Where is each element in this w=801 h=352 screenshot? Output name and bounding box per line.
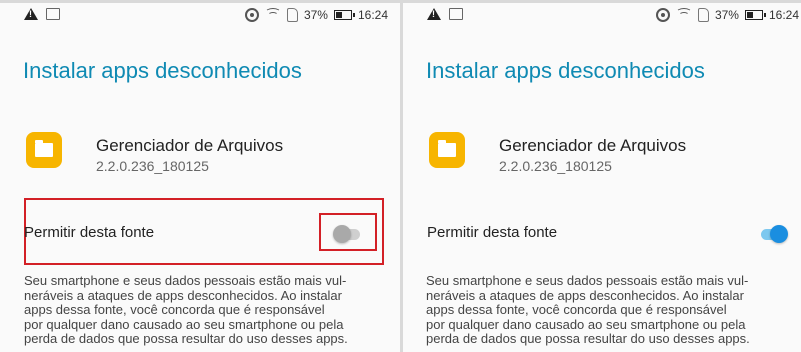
permission-label: Permitir desta fonte <box>427 224 558 241</box>
clock: 16:24 <box>357 8 388 22</box>
image-icon <box>449 8 463 20</box>
wifi-icon <box>675 8 692 22</box>
settings-screen-after: 37% 16:24 Instalar apps desconhecidos Ge… <box>403 3 801 352</box>
battery-icon <box>744 10 766 20</box>
nosim-icon <box>697 8 709 22</box>
nosim-icon <box>286 8 298 22</box>
status-bar: 37% 16:24 <box>403 3 801 29</box>
battery-icon <box>333 10 355 20</box>
image-icon <box>46 8 60 20</box>
permission-row[interactable]: Permitir desta fonte <box>0 209 400 257</box>
sync-icon <box>655 8 670 22</box>
wifi-icon <box>264 8 281 22</box>
allow-source-toggle[interactable] <box>333 225 363 243</box>
permission-row[interactable]: Permitir desta fonte <box>403 209 801 257</box>
toggle-thumb <box>770 225 788 243</box>
alert-icon <box>427 8 441 20</box>
app-version: 2.2.0.236_180125 <box>96 158 209 174</box>
folder-icon <box>35 140 53 157</box>
settings-screen-before: 37% 16:24 Instalar apps desconhecidos Ge… <box>0 3 400 352</box>
toggle-thumb <box>333 225 351 243</box>
battery-percent: 37% <box>714 8 739 22</box>
app-name: Gerenciador de Arquivos <box>96 136 284 155</box>
battery-percent: 37% <box>303 8 328 22</box>
allow-source-toggle[interactable] <box>758 225 788 243</box>
app-name: Gerenciador de Arquivos <box>499 136 687 155</box>
page-title: Instalar apps desconhecidos <box>426 58 705 83</box>
warning-description: Seu smartphone e seus dados pessoais est… <box>24 273 348 347</box>
app-icon <box>429 132 465 168</box>
page-title: Instalar apps desconhecidos <box>23 58 302 83</box>
clock: 16:24 <box>768 8 799 22</box>
app-icon <box>26 132 62 168</box>
app-version: 2.2.0.236_180125 <box>499 158 612 174</box>
permission-label: Permitir desta fonte <box>24 224 155 241</box>
folder-icon <box>438 140 456 157</box>
sync-icon <box>244 8 259 22</box>
warning-description: Seu smartphone e seus dados pessoais est… <box>426 273 750 347</box>
status-bar: 37% 16:24 <box>0 3 400 29</box>
alert-icon <box>24 8 38 20</box>
